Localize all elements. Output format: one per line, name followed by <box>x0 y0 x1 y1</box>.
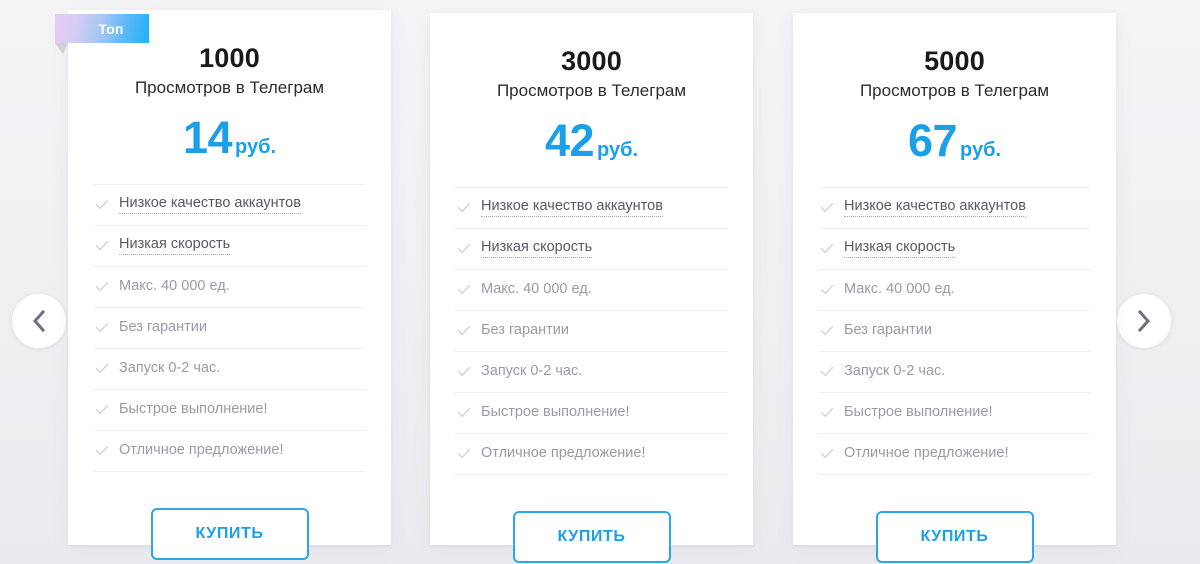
list-item: Отличное предложение! <box>818 434 1091 475</box>
buy-button[interactable]: КУПИТЬ <box>512 510 671 563</box>
top-badge-label: Топ <box>98 20 124 37</box>
pricing-card: 3000 Просмотров в Телеграм 42 руб. Низко… <box>430 13 753 563</box>
price-row: 14 руб. <box>68 115 391 160</box>
quantity-subtitle: Просмотров в Телеграм <box>134 78 325 98</box>
list-item: Отличное предложение! <box>93 431 366 472</box>
check-icon <box>457 283 471 297</box>
buy-button[interactable]: КУПИТЬ <box>875 510 1034 563</box>
check-icon <box>95 403 109 417</box>
list-item-label: Без гарантии <box>119 319 207 336</box>
features-list: Низкое качество аккаунтов Низкая скорост… <box>93 183 366 472</box>
check-icon <box>457 447 471 461</box>
check-icon <box>95 444 109 458</box>
list-item: Низкое качество аккаунтов <box>455 188 728 229</box>
list-item: Низкая скорость <box>818 229 1091 270</box>
check-icon <box>820 324 834 338</box>
list-item: Макс. 40 000 ед. <box>818 270 1091 311</box>
list-item-label: Отличное предложение! <box>844 445 1009 462</box>
card-header: 3000 Просмотров в Телеграм 42 руб. <box>430 13 753 163</box>
quantity-value: 3000 <box>561 46 622 76</box>
list-item: Низкая скорость <box>93 226 366 267</box>
check-icon <box>95 239 109 253</box>
card-header: 5000 Просмотров в Телеграм 67 руб. <box>793 13 1116 163</box>
check-icon <box>457 242 471 256</box>
list-item: Быстрое выполнение! <box>93 390 366 431</box>
list-item: Низкое качество аккаунтов <box>818 188 1091 229</box>
list-item-label: Без гарантии <box>844 322 932 339</box>
buy-button[interactable]: КУПИТЬ <box>150 507 309 560</box>
price-row: 42 руб. <box>430 118 753 163</box>
list-item-label[interactable]: Низкая скорость <box>844 239 956 259</box>
list-item: Быстрое выполнение! <box>818 393 1091 434</box>
list-item-label[interactable]: Низкое качество аккаунтов <box>844 198 1026 218</box>
check-icon <box>95 280 109 294</box>
price-currency: руб. <box>235 135 277 158</box>
price-value: 14 <box>182 111 233 163</box>
check-icon <box>457 365 471 379</box>
list-item: Запуск 0-2 час. <box>455 352 728 393</box>
list-item-label: Быстрое выполнение! <box>844 404 993 421</box>
buy-button-wrap: КУПИТЬ <box>793 510 1116 563</box>
quantity-subtitle: Просмотров в Телеграм <box>859 81 1050 101</box>
check-icon <box>820 242 834 256</box>
pricing-card: 5000 Просмотров в Телеграм 67 руб. Низко… <box>793 13 1116 563</box>
badge-fold-icon <box>55 43 68 54</box>
check-icon <box>820 365 834 379</box>
check-icon <box>457 324 471 338</box>
list-item: Низкое качество аккаунтов <box>93 185 366 226</box>
check-icon <box>95 198 109 212</box>
list-item-label[interactable]: Низкая скорость <box>481 239 593 259</box>
list-item-label: Без гарантии <box>481 322 569 339</box>
list-item-label: Быстрое выполнение! <box>119 401 268 418</box>
top-badge: Топ <box>55 14 149 43</box>
list-item: Запуск 0-2 час. <box>818 352 1091 393</box>
quantity-value: 1000 <box>199 43 260 73</box>
price-value: 42 <box>544 114 595 166</box>
price-currency: руб. <box>597 138 639 161</box>
list-item: Макс. 40 000 ед. <box>455 270 728 311</box>
list-item-label: Запуск 0-2 час. <box>844 363 946 380</box>
list-item-label: Макс. 40 000 ед. <box>481 281 592 298</box>
list-item: Без гарантии <box>455 311 728 352</box>
quantity-subtitle: Просмотров в Телеграм <box>496 81 687 101</box>
list-item: Отличное предложение! <box>455 434 728 475</box>
check-icon <box>820 201 834 215</box>
check-icon <box>820 283 834 297</box>
list-item-label: Макс. 40 000 ед. <box>844 281 955 298</box>
list-item-label: Быстрое выполнение! <box>481 404 630 421</box>
check-icon <box>820 406 834 420</box>
list-item-label: Макс. 40 000 ед. <box>119 278 230 295</box>
list-item-label[interactable]: Низкое качество аккаунтов <box>481 198 663 218</box>
price-value: 67 <box>907 114 958 166</box>
check-icon <box>95 321 109 335</box>
list-item-label: Запуск 0-2 час. <box>119 360 221 377</box>
list-item: Без гарантии <box>93 308 366 349</box>
features-list: Низкое качество аккаунтов Низкая скорост… <box>818 186 1091 475</box>
check-icon <box>457 406 471 420</box>
check-icon <box>457 201 471 215</box>
list-item: Запуск 0-2 час. <box>93 349 366 390</box>
list-item-label: Отличное предложение! <box>481 445 646 462</box>
list-item: Быстрое выполнение! <box>455 393 728 434</box>
buy-button-wrap: КУПИТЬ <box>68 507 391 560</box>
features-list: Низкое качество аккаунтов Низкая скорост… <box>455 186 728 475</box>
check-icon <box>95 362 109 376</box>
list-item-label[interactable]: Низкое качество аккаунтов <box>119 195 301 215</box>
list-item: Низкая скорость <box>455 229 728 270</box>
pricing-cards-row: Топ 1000 Просмотров в Телеграм 14 руб. Н… <box>0 0 1200 564</box>
pricing-card: Топ 1000 Просмотров в Телеграм 14 руб. Н… <box>55 10 391 560</box>
check-icon <box>820 447 834 461</box>
price-currency: руб. <box>960 138 1002 161</box>
buy-button-wrap: КУПИТЬ <box>430 510 753 563</box>
list-item: Без гарантии <box>818 311 1091 352</box>
price-row: 67 руб. <box>793 118 1116 163</box>
tariff-carousel: Топ 1000 Просмотров в Телеграм 14 руб. Н… <box>0 0 1200 564</box>
quantity-value: 5000 <box>924 46 985 76</box>
list-item-label[interactable]: Низкая скорость <box>119 236 231 256</box>
list-item: Макс. 40 000 ед. <box>93 267 366 308</box>
list-item-label: Запуск 0-2 час. <box>481 363 583 380</box>
list-item-label: Отличное предложение! <box>119 442 284 459</box>
